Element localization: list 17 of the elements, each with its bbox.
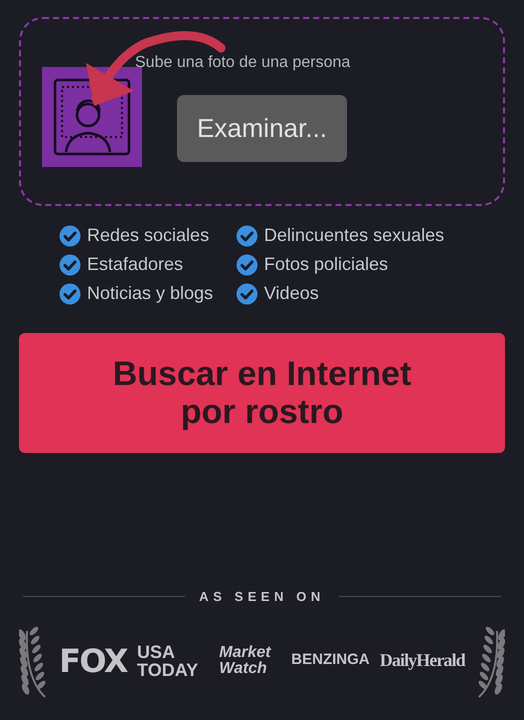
benzinga-logo: BENZINGA (291, 650, 370, 670)
press-heading: AS SEEN ON (199, 588, 325, 606)
source-label: Videos (264, 282, 319, 305)
search-button[interactable]: Buscar en Internet por rostro (19, 333, 505, 453)
source-label: Noticias y blogs (87, 282, 214, 305)
source-label: Fotos policiales (264, 253, 388, 276)
upload-dropzone[interactable]: Sube una foto de una persona Examinar... (19, 17, 505, 206)
source-label: Redes sociales (87, 224, 210, 247)
source-label: Estafadores (87, 253, 184, 276)
fox-logo: FOX (59, 644, 127, 676)
upload-prompt: Sube una foto de una persona (135, 53, 350, 73)
marketwatch-logo: Market Watch (219, 644, 272, 676)
browse-button[interactable]: Examinar... (177, 95, 347, 162)
source-label: Delincuentes sexuales (264, 224, 444, 247)
portrait-icon (42, 67, 142, 167)
usa-today-logo: USA TODAY (137, 642, 200, 678)
daily-herald-logo: DailyHerald (380, 649, 465, 672)
